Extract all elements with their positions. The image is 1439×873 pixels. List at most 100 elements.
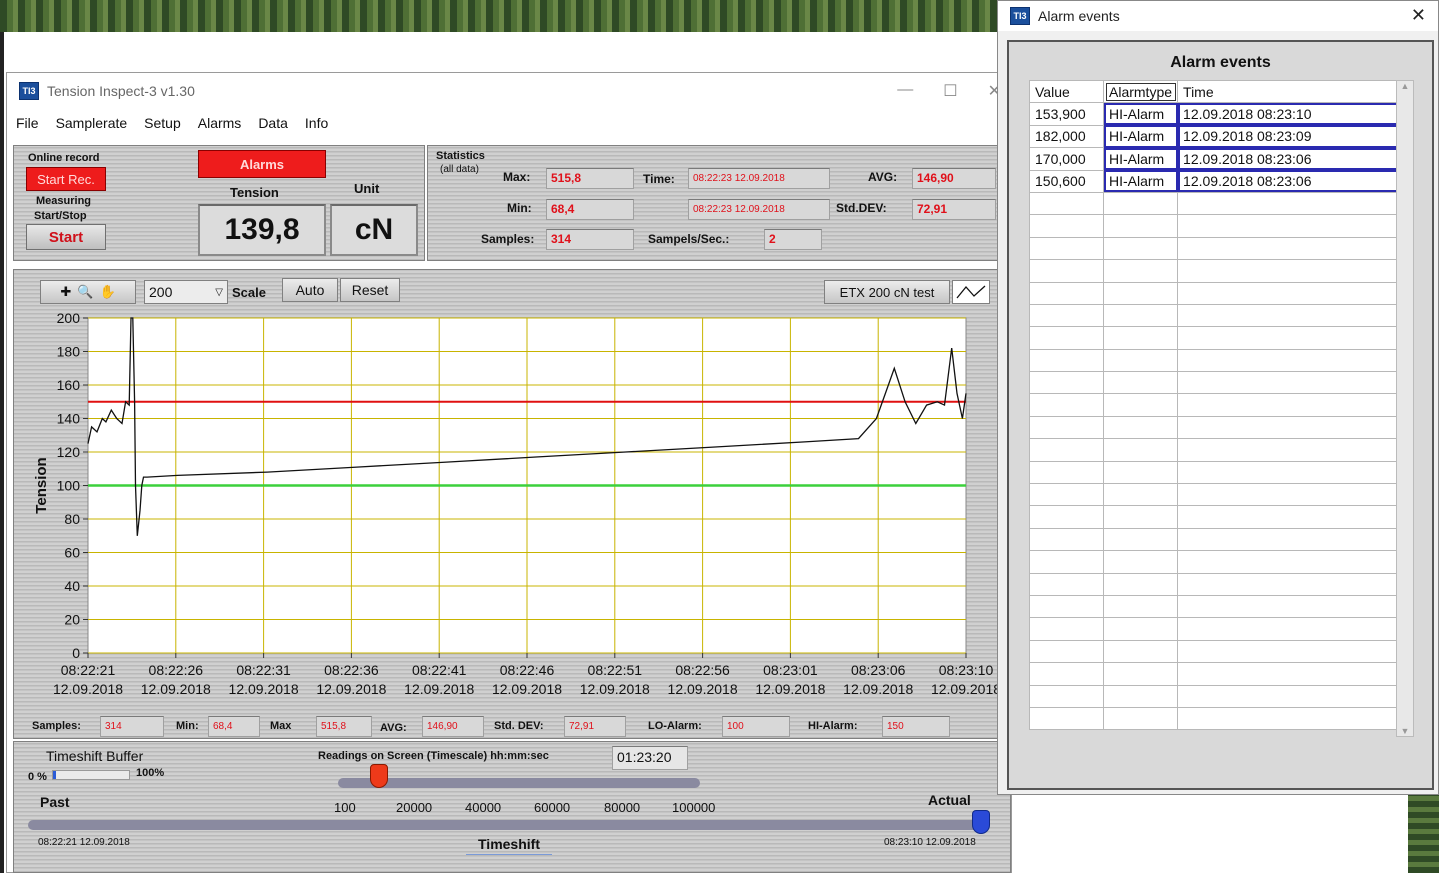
table-row[interactable]	[1029, 214, 1399, 238]
empty-cell	[1029, 617, 1104, 641]
samples-label: Samples:	[481, 232, 535, 246]
pan-hand-icon[interactable]: ✋	[99, 284, 115, 300]
empty-cell	[1102, 236, 1179, 261]
table-row[interactable]	[1029, 550, 1399, 574]
empty-cell	[1177, 662, 1399, 686]
x-tick-date: 12.09.2018	[843, 681, 913, 697]
sps-field: 2	[764, 229, 822, 250]
scroll-up-icon[interactable]: ▲	[1397, 81, 1413, 91]
column-header-time[interactable]: Time	[1177, 79, 1399, 104]
table-row[interactable]	[1029, 281, 1399, 305]
empty-cell	[1102, 662, 1179, 686]
minimize-icon[interactable]: —	[897, 81, 913, 101]
x-tick-label: 08:22:56	[675, 662, 730, 678]
empty-cell	[1029, 662, 1104, 686]
menu-samplerate[interactable]: Samplerate	[56, 115, 128, 131]
table-row[interactable]	[1029, 393, 1399, 417]
crosshair-icon[interactable]: ✚	[60, 284, 71, 300]
reset-button[interactable]: Reset	[340, 278, 400, 302]
empty-cell	[1177, 371, 1399, 395]
table-row[interactable]	[1029, 191, 1399, 216]
maximize-icon[interactable]: ☐	[943, 81, 957, 101]
empty-cell	[1102, 393, 1179, 417]
scroll-down-icon[interactable]: ▼	[1397, 726, 1413, 736]
timeshift-buffer-fill	[53, 771, 56, 779]
cell-value: 150,600	[1029, 169, 1104, 193]
empty-cell	[1177, 303, 1399, 328]
menu-info[interactable]: Info	[305, 115, 328, 131]
table-row[interactable]: 153,900 HI-Alarm 12.09.2018 08:23:10	[1029, 102, 1399, 126]
min-label: Min:	[507, 201, 532, 215]
table-row[interactable]	[1029, 483, 1399, 507]
unit-value: cN	[330, 204, 418, 256]
chart-panel: ✚ 🔍 ✋ 200 ▽ Scale Auto Reset ETX 200 cN …	[13, 269, 1011, 739]
timeshift-end-time: 08:23:10 12.09.2018	[884, 837, 976, 848]
table-row[interactable]	[1029, 348, 1399, 373]
cell-time: 12.09.2018 08:23:10	[1177, 102, 1399, 126]
empty-cell	[1102, 191, 1179, 216]
table-row[interactable]	[1029, 326, 1399, 350]
timescale-slider-thumb[interactable]	[370, 764, 388, 788]
table-row[interactable]: 150,600 HI-Alarm 12.09.2018 08:23:06	[1029, 169, 1399, 193]
alarm-scrollbar[interactable]: ▲ ▼	[1396, 80, 1414, 737]
menu-alarms[interactable]: Alarms	[198, 115, 242, 131]
table-row[interactable]	[1029, 415, 1399, 440]
app-icon: TI3	[19, 82, 39, 100]
x-tick-date: 12.09.2018	[668, 681, 738, 697]
column-header-value[interactable]: Value	[1029, 79, 1104, 104]
column-header-alarmtype[interactable]: Alarmtype	[1102, 79, 1179, 104]
alarm-frame: Alarm events Value Alarmtype Time 153,90…	[1007, 40, 1434, 790]
timescale-slider-track[interactable]	[338, 778, 700, 788]
empty-cell	[1102, 639, 1179, 664]
table-row[interactable]	[1029, 594, 1399, 619]
samples-field: 314	[546, 229, 634, 250]
x-tick-date: 12.09.2018	[53, 681, 123, 697]
table-row[interactable]	[1029, 617, 1399, 641]
timeshift-start-time: 08:22:21 12.09.2018	[38, 837, 130, 848]
table-row[interactable]	[1029, 371, 1399, 395]
empty-cell	[1029, 371, 1104, 395]
empty-cell	[1177, 259, 1399, 283]
alarms-button[interactable]: Alarms	[198, 150, 326, 178]
table-row[interactable]: 182,000 HI-Alarm 12.09.2018 08:23:09	[1029, 124, 1399, 149]
table-row[interactable]	[1029, 684, 1399, 708]
table-row[interactable]	[1029, 259, 1399, 283]
table-row[interactable]	[1029, 236, 1399, 261]
cell-alarmtype: HI-Alarm	[1102, 124, 1179, 149]
table-row[interactable]	[1029, 572, 1399, 596]
empty-cell	[1102, 684, 1179, 708]
zoom-icon[interactable]: 🔍	[77, 284, 93, 300]
menu-setup[interactable]: Setup	[144, 115, 181, 131]
readings-field[interactable]: 01:23:20	[612, 746, 688, 770]
menubar: File Samplerate Setup Alarms Data Info	[7, 109, 1011, 137]
table-row[interactable]	[1029, 438, 1399, 462]
empty-cell	[1102, 415, 1179, 440]
timeshift-slider-thumb[interactable]	[972, 810, 990, 834]
cell-value: 170,000	[1029, 147, 1104, 171]
table-row[interactable]	[1029, 706, 1399, 731]
menu-file[interactable]: File	[16, 115, 39, 131]
measuring-label: Measuring	[36, 195, 92, 207]
table-row[interactable]	[1029, 460, 1399, 485]
table-row[interactable]	[1029, 303, 1399, 328]
timeshift-slider-track[interactable]	[28, 820, 990, 830]
timescale-tick: 80000	[604, 800, 641, 815]
start-rec-button[interactable]: Start Rec.	[26, 167, 106, 191]
table-row[interactable]	[1029, 662, 1399, 686]
table-row[interactable]	[1029, 639, 1399, 664]
auto-button[interactable]: Auto	[282, 278, 338, 302]
hi-alarm-field: 150	[882, 716, 950, 737]
table-row[interactable]	[1029, 527, 1399, 552]
empty-cell	[1102, 348, 1179, 373]
start-button[interactable]: Start	[26, 224, 106, 250]
table-row[interactable]	[1029, 505, 1399, 529]
y-tick-label: 120	[57, 444, 81, 460]
y-tick-label: 20	[64, 612, 80, 628]
empty-cell	[1029, 214, 1104, 238]
chevron-down-icon: ▽	[215, 286, 223, 298]
close-icon[interactable]: ✕	[1411, 5, 1426, 26]
empty-cell	[1102, 326, 1179, 350]
bottom-avg-label: AVG:	[380, 722, 407, 734]
menu-data[interactable]: Data	[258, 115, 288, 131]
table-row[interactable]: 170,000 HI-Alarm 12.09.2018 08:23:06	[1029, 147, 1399, 171]
